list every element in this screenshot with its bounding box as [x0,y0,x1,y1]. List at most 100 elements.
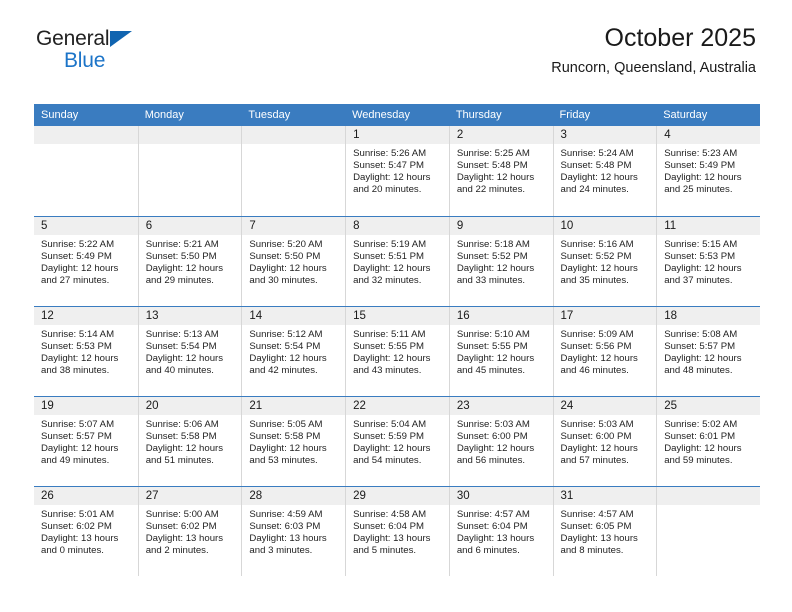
sunrise-text: Sunrise: 5:09 AM [560,328,634,340]
sunset-text: Sunset: 5:54 PM [249,340,321,352]
calendar-day-cell[interactable]: 17 Sunrise: 5:09 AM Sunset: 5:56 PM Dayligh… [552,305,657,396]
daylight-text: Daylight: 12 hours and 32 minutes. [353,262,431,286]
calendar-cell-inner: 18 Sunrise: 5:08 AM Sunset: 5:57 PM Dayligh… [656,306,760,396]
daylight-text: Daylight: 12 hours and 43 minutes. [353,352,431,376]
sunrise-text: Sunrise: 4:57 AM [560,508,634,520]
day-details: Sunrise: 5:16 AM Sunset: 5:52 PM Daylight:… [554,235,657,287]
sunset-text: Sunset: 5:50 PM [249,250,321,262]
day-details: Sunrise: 5:21 AM Sunset: 5:50 PM Daylight:… [139,235,242,287]
daylight-text: Daylight: 13 hours and 6 minutes. [456,532,535,556]
calendar-day-cell[interactable]: 23 Sunrise: 5:03 AM Sunset: 6:00 PM Dayligh… [448,395,553,486]
day-number: 22 [346,396,449,415]
calendar-day-cell[interactable]: 3 Sunrise: 5:24 AM Sunset: 5:48 PM Daylight… [552,126,657,216]
calendar-day-cell[interactable]: 4 Sunrise: 5:23 AM Sunset: 5:49 PM Daylight… [656,126,760,216]
calendar-day-cell[interactable]: 14 Sunrise: 5:12 AM Sunset: 5:54 PM Dayligh… [241,305,346,396]
daylight-text: Daylight: 12 hours and 45 minutes. [456,352,535,376]
calendar-day-cell[interactable]: 2 Sunrise: 5:25 AM Sunset: 5:48 PM Daylight… [448,126,553,216]
calendar-day-cell[interactable]: 31 Sunrise: 4:57 AM Sunset: 6:05 PM Dayligh… [552,485,657,576]
day-number: 8 [346,216,449,235]
day-details: Sunrise: 5:01 AM Sunset: 6:02 PM Daylight:… [34,505,138,557]
calendar-day-cell[interactable]: 11 Sunrise: 5:15 AM Sunset: 5:53 PM Dayligh… [656,215,760,306]
calendar-day-cell[interactable]: 21 Sunrise: 5:05 AM Sunset: 5:58 PM Dayligh… [241,395,346,486]
daylight-text: Daylight: 13 hours and 8 minutes. [560,532,638,556]
calendar-cell-inner: 8 Sunrise: 5:19 AM Sunset: 5:51 PM Daylight… [345,216,449,306]
calendar-day-cell[interactable]: 20 Sunrise: 5:06 AM Sunset: 5:58 PM Dayligh… [137,395,242,486]
day-details: Sunrise: 4:57 AM Sunset: 6:04 PM Daylight:… [450,505,553,557]
sunset-text: Sunset: 5:47 PM [353,160,425,172]
day-details: Sunrise: 5:10 AM Sunset: 5:55 PM Daylight:… [450,325,553,377]
calendar-day-cell[interactable]: 13 Sunrise: 5:13 AM Sunset: 5:54 PM Dayligh… [137,305,242,396]
calendar-day-cell[interactable]: 7 Sunrise: 5:20 AM Sunset: 5:50 PM Daylight… [241,215,346,306]
calendar-cell-inner: 20 Sunrise: 5:06 AM Sunset: 5:58 PM Dayligh… [137,396,242,486]
sunset-text: Sunset: 5:58 PM [249,430,321,442]
sunrise-text: Sunrise: 5:03 AM [456,418,530,430]
calendar-day-cell[interactable]: 30 Sunrise: 4:57 AM Sunset: 6:04 PM Dayligh… [448,485,553,576]
calendar-day-cell[interactable]: 1 Sunrise: 5:26 AM Sunset: 5:47 PM Daylight… [345,126,449,216]
sunrise-text: Sunrise: 4:58 AM [353,508,427,520]
sunset-text: Sunset: 5:57 PM [41,430,112,442]
sunset-text: Sunset: 6:01 PM [664,430,736,442]
calendar-cell-inner: 30 Sunrise: 4:57 AM Sunset: 6:04 PM Dayligh… [448,486,553,576]
sunrise-text: Sunrise: 5:10 AM [456,328,530,340]
weekday-header-friday: Friday [552,104,657,126]
sunrise-text: Sunrise: 5:18 AM [456,238,530,250]
calendar-day-cell[interactable]: 5 Sunrise: 5:22 AM Sunset: 5:49 PM Daylight… [34,215,138,306]
calendar-day-cell[interactable]: 12 Sunrise: 5:14 AM Sunset: 5:53 PM Dayligh… [34,305,138,396]
calendar-cell-inner: 9 Sunrise: 5:18 AM Sunset: 5:52 PM Daylight… [448,216,553,306]
calendar-week-row: 12 Sunrise: 5:14 AM Sunset: 5:53 PM Dayligh… [34,305,760,396]
calendar-cell-empty [137,126,242,216]
calendar-cell-inner: 28 Sunrise: 4:59 AM Sunset: 6:03 PM Dayligh… [241,486,346,576]
calendar-day-cell[interactable]: 29 Sunrise: 4:58 AM Sunset: 6:04 PM Dayligh… [345,485,449,576]
calendar-cell-inner: 14 Sunrise: 5:12 AM Sunset: 5:54 PM Dayligh… [241,306,346,396]
calendar-day-cell[interactable]: 25 Sunrise: 5:02 AM Sunset: 6:01 PM Dayligh… [656,395,760,486]
sunset-text: Sunset: 5:49 PM [664,160,736,172]
day-number [657,486,760,505]
calendar-day-cell[interactable]: 9 Sunrise: 5:18 AM Sunset: 5:52 PM Daylight… [448,215,553,306]
day-number: 6 [138,216,242,235]
day-number: 9 [449,216,553,235]
sunrise-text: Sunrise: 5:08 AM [664,328,738,340]
calendar-day-cell[interactable]: 10 Sunrise: 5:16 AM Sunset: 5:52 PM Dayligh… [552,215,657,306]
day-details: Sunrise: 5:14 AM Sunset: 5:53 PM Daylight:… [34,325,138,377]
calendar-week-row: 5 Sunrise: 5:22 AM Sunset: 5:49 PM Daylight… [34,215,760,306]
calendar-cell-inner: 2 Sunrise: 5:25 AM Sunset: 5:48 PM Daylight… [448,126,553,216]
calendar-day-cell[interactable]: 24 Sunrise: 5:03 AM Sunset: 6:00 PM Dayligh… [552,395,657,486]
title-block: October 2025 Runcorn, Queensland, Austra… [551,24,756,77]
sunset-text: Sunset: 5:49 PM [41,250,112,262]
day-number: 13 [138,306,242,325]
sunset-text: Sunset: 6:05 PM [560,520,632,532]
sunrise-text: Sunrise: 5:24 AM [560,148,634,159]
calendar-cell-inner: 3 Sunrise: 5:24 AM Sunset: 5:48 PM Daylight… [552,126,657,216]
calendar-day-cell[interactable]: 15 Sunrise: 5:11 AM Sunset: 5:55 PM Dayligh… [345,305,449,396]
logo-text-general: General [36,27,110,50]
calendar-cell-inner: 5 Sunrise: 5:22 AM Sunset: 5:49 PM Daylight… [34,216,138,306]
calendar-day-cell[interactable]: 27 Sunrise: 5:00 AM Sunset: 6:02 PM Dayligh… [137,485,242,576]
sunrise-text: Sunrise: 5:26 AM [353,148,427,159]
calendar-day-cell[interactable]: 26 Sunrise: 5:01 AM Sunset: 6:02 PM Dayligh… [34,485,138,576]
daylight-text: Daylight: 12 hours and 24 minutes. [560,172,638,196]
calendar-cell-inner: 29 Sunrise: 4:58 AM Sunset: 6:04 PM Dayligh… [345,486,449,576]
day-details: Sunrise: 4:57 AM Sunset: 6:05 PM Daylight:… [554,505,657,557]
day-number: 18 [657,306,760,325]
daylight-text: Daylight: 12 hours and 46 minutes. [560,352,638,376]
sunset-text: Sunset: 5:59 PM [353,430,425,442]
daylight-text: Daylight: 12 hours and 54 minutes. [353,442,431,466]
general-blue-logo[interactable]: General Blue [36,27,132,71]
calendar-cell-inner: 7 Sunrise: 5:20 AM Sunset: 5:50 PM Daylight… [241,216,346,306]
day-details: Sunrise: 5:04 AM Sunset: 5:59 PM Daylight:… [346,415,449,467]
calendar-day-cell[interactable]: 8 Sunrise: 5:19 AM Sunset: 5:51 PM Daylight… [345,215,449,306]
sunrise-text: Sunrise: 5:07 AM [41,418,115,430]
calendar-day-cell[interactable]: 28 Sunrise: 4:59 AM Sunset: 6:03 PM Dayligh… [241,485,346,576]
calendar-day-cell[interactable]: 19 Sunrise: 5:07 AM Sunset: 5:57 PM Dayligh… [34,395,138,486]
calendar-day-cell[interactable]: 6 Sunrise: 5:21 AM Sunset: 5:50 PM Daylight… [137,215,242,306]
sunrise-text: Sunrise: 5:20 AM [249,238,323,250]
day-details: Sunrise: 5:07 AM Sunset: 5:57 PM Daylight:… [34,415,138,467]
calendar-day-cell[interactable]: 22 Sunrise: 5:04 AM Sunset: 5:59 PM Dayligh… [345,395,449,486]
weekday-header-row: Sunday Monday Tuesday Wednesday Thursday… [34,104,760,126]
calendar-day-cell[interactable]: 16 Sunrise: 5:10 AM Sunset: 5:55 PM Dayligh… [448,305,553,396]
daylight-text: Daylight: 12 hours and 53 minutes. [249,442,327,466]
day-number [34,126,138,144]
calendar-cell-inner: 13 Sunrise: 5:13 AM Sunset: 5:54 PM Dayligh… [137,306,242,396]
calendar-cell-empty [241,126,346,216]
calendar-day-cell[interactable]: 18 Sunrise: 5:08 AM Sunset: 5:57 PM Dayligh… [656,305,760,396]
